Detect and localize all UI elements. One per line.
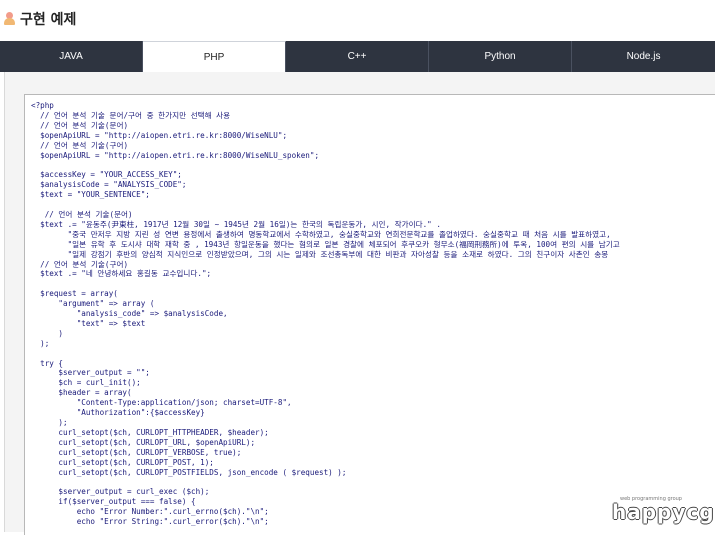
logo-text: happycgi bbox=[612, 500, 715, 524]
tab-java[interactable]: JAVA bbox=[0, 41, 144, 72]
code-block[interactable]: <?php // 언어 분석 기술 문어/구어 중 한가지만 선택해 사용 //… bbox=[24, 94, 715, 535]
tab-python[interactable]: Python bbox=[429, 41, 573, 72]
page-title: 구현 예제 bbox=[20, 12, 77, 28]
code-panel: <?php // 언어 분석 기술 문어/구어 중 한가지만 선택해 사용 //… bbox=[4, 72, 715, 535]
code-text: <?php // 언어 분석 기술 문어/구어 중 한가지만 선택해 사용 //… bbox=[31, 101, 620, 527]
tab-nodejs[interactable]: Node.js bbox=[572, 41, 715, 72]
happycgi-logo: web programming group happycgi bbox=[612, 496, 715, 526]
tab-php[interactable]: PHP bbox=[143, 41, 287, 72]
person-icon bbox=[4, 12, 15, 25]
language-tabs: JAVA PHP C++ Python Node.js bbox=[0, 41, 715, 72]
page-header: 구현 예제 bbox=[0, 0, 715, 38]
tab-cpp[interactable]: C++ bbox=[286, 41, 430, 72]
